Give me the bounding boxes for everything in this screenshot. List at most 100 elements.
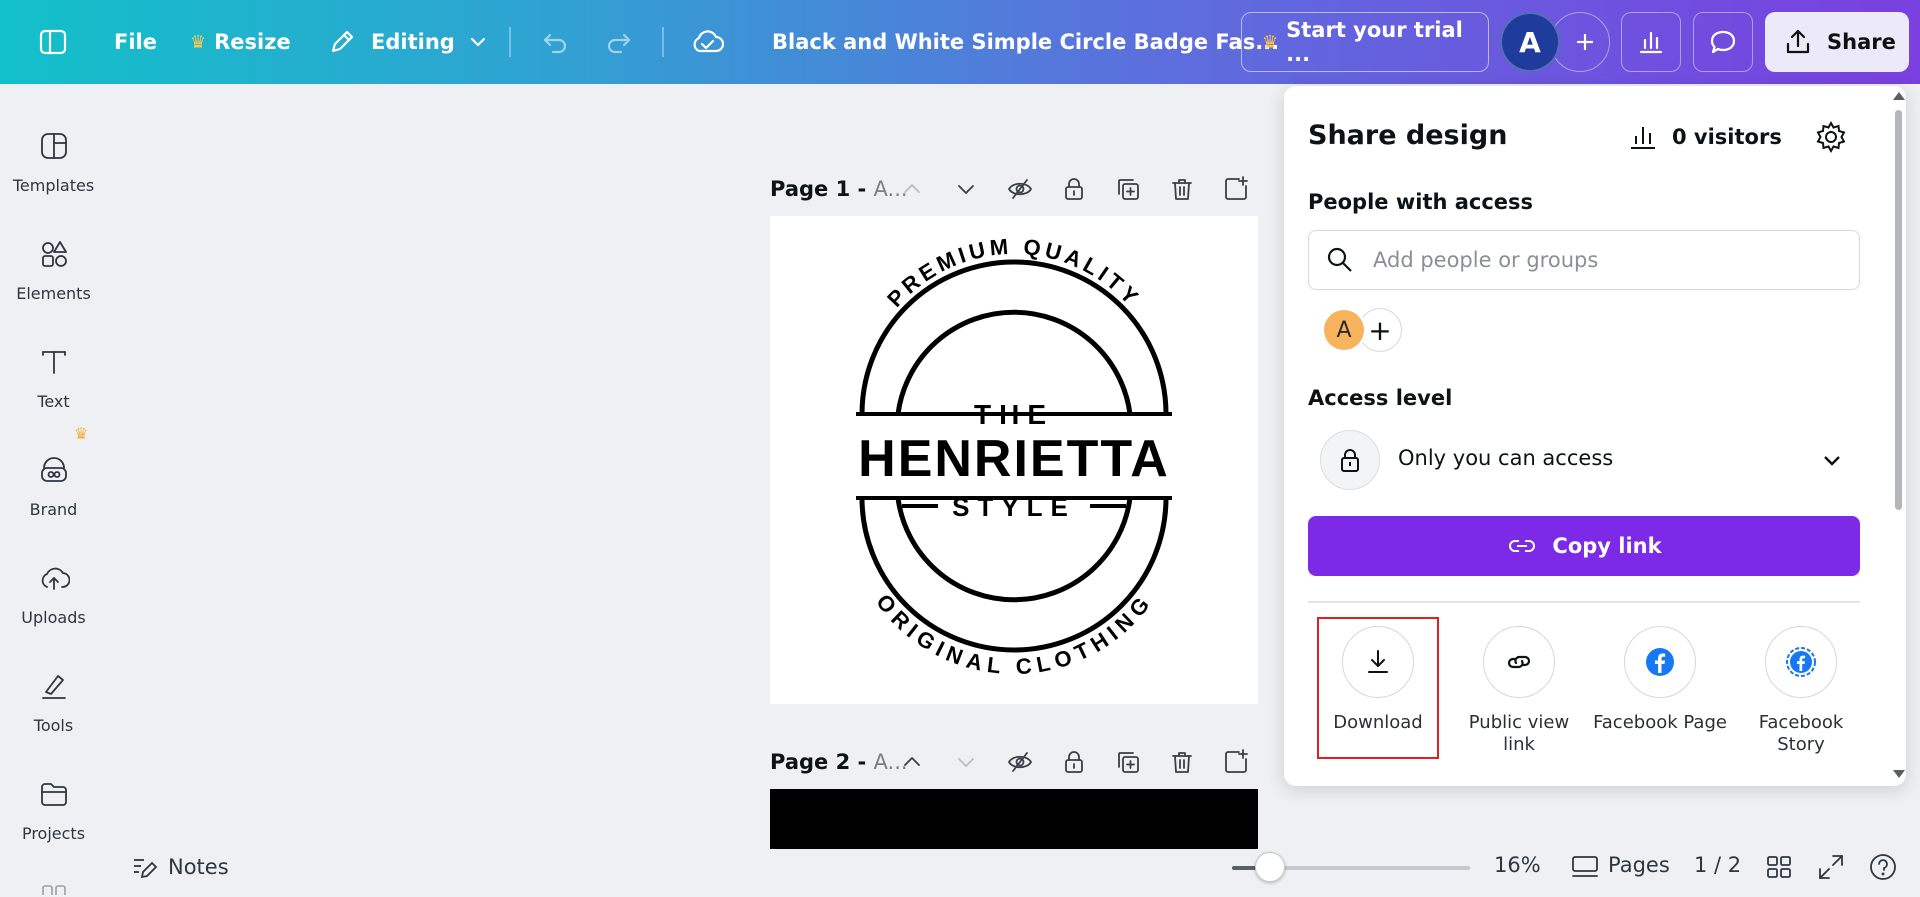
add-page-icon[interactable] [1222,748,1250,776]
undo-icon[interactable] [540,0,570,84]
zoom-level[interactable]: 16% [1494,853,1541,877]
lock-page-icon[interactable] [1060,175,1088,203]
trial-label: Start your trial ... [1286,18,1463,66]
bar-chart-icon [1639,31,1663,54]
share-label: Share [1827,30,1896,54]
pages-icon[interactable] [1570,852,1600,882]
access-level-dropdown[interactable]: Only you can access [1308,428,1860,492]
page-2-title[interactable]: Page 2 - A... [770,750,908,774]
hide-page-icon[interactable] [1006,748,1034,776]
share-option-public-view-link[interactable]: Public view link [1449,626,1589,756]
move-page-up-icon[interactable] [898,748,926,776]
top-toolbar: File ♛ Resize Editing Black and White Si… [0,0,1920,84]
fullscreen-icon[interactable] [1816,852,1846,882]
hide-page-icon[interactable] [1006,175,1034,203]
facebook-icon [1624,626,1696,698]
badge-style-text: STYLE [952,492,1076,522]
share-button[interactable]: Share [1765,12,1909,72]
notes-icon [134,859,158,879]
sidebar-item-templates[interactable]: Templates [0,116,107,216]
notes-button[interactable]: Notes [130,849,229,885]
cloud-saved-icon[interactable] [690,0,724,84]
lock-page-icon[interactable] [1060,748,1088,776]
editing-label: Editing [371,30,455,54]
sidebar-item-label: Elements [16,284,91,303]
sidebar-item-tools[interactable]: Tools [0,656,107,756]
share-option-label: Facebook Page [1593,712,1727,733]
sidebar-item-projects[interactable]: Projects [0,764,107,864]
copy-link-button[interactable]: Copy link [1308,516,1860,576]
visitors-button[interactable]: 0 visitors [1628,122,1782,152]
comment-icon [1710,30,1736,54]
file-menu-button[interactable]: File [114,0,157,84]
sidebar-item-brand[interactable]: Brand [0,440,107,540]
delete-page-icon[interactable] [1168,175,1196,203]
duplicate-page-icon[interactable] [1114,175,1142,203]
zoom-slider-handle[interactable] [1255,852,1286,882]
pencil-icon [327,27,357,57]
uploads-icon [38,562,71,594]
share-option-facebook-page[interactable]: Facebook Page [1590,626,1730,734]
gear-icon[interactable] [1814,120,1848,154]
projects-icon [38,778,70,810]
scroll-down-arrow[interactable] [1893,770,1905,778]
delete-page-icon[interactable] [1168,748,1196,776]
apps-icon[interactable] [42,880,66,897]
page-2-header: Page 2 - A... [770,742,1260,782]
upload-share-icon [1786,29,1810,54]
sidebar-item-uploads[interactable]: Uploads [0,548,107,648]
design-page-2[interactable] [770,789,1258,849]
brand-icon [38,454,70,486]
panel-divider [1308,601,1860,603]
crown-icon: ♛ [190,31,207,53]
share-option-facebook-story[interactable]: Facebook Story [1731,626,1871,756]
panel-scrollbar[interactable] [1891,86,1906,786]
insights-button[interactable] [1621,12,1681,72]
badge-the-text: THE [974,399,1054,430]
duplicate-page-icon[interactable] [1114,748,1142,776]
sidebar-item-elements[interactable]: Elements [0,224,107,324]
access-level-value: Only you can access [1398,446,1614,470]
user-avatar[interactable]: A [1500,12,1560,72]
share-design-panel: Share design 0 visitors People with acce… [1284,86,1906,786]
notes-label: Notes [168,855,229,879]
copy-link-label: Copy link [1552,534,1662,558]
redo-icon[interactable] [604,0,634,84]
document-title[interactable]: Black and White Simple Circle Badge Fas.… [772,0,1279,84]
add-people-search[interactable] [1308,230,1860,290]
pages-button[interactable]: Pages [1608,853,1670,877]
move-page-down-icon[interactable] [952,748,980,776]
elements-icon [38,238,70,270]
sidebar-item-label: Uploads [21,608,86,627]
left-sidebar: Templates Elements Text Brand ♛ Uploads … [0,84,107,897]
move-page-down-icon[interactable] [952,175,980,203]
link-icon [1509,540,1536,552]
search-icon [1327,247,1352,272]
resize-label: Resize [214,30,291,54]
editing-mode-button[interactable]: Editing [327,0,489,84]
member-avatar[interactable]: A [1322,308,1366,352]
link-icon [1483,626,1555,698]
chevron-down-icon [467,31,489,53]
page-1-title[interactable]: Page 1 - A... [770,177,908,201]
bar-chart-icon [1631,127,1655,149]
add-page-icon[interactable] [1222,175,1250,203]
lock-icon [1320,430,1380,490]
start-trial-button[interactable]: ♛ Start your trial ... [1241,12,1489,72]
circle-badge-logo[interactable]: PREMIUM QUALITY ORIGINAL CLOTHING THE HE… [770,216,1258,704]
move-page-up-icon[interactable] [898,175,926,203]
grid-view-icon[interactable] [1764,852,1794,882]
scroll-up-arrow[interactable] [1893,92,1905,100]
sidebar-item-label: Tools [33,716,74,735]
sidebar-item-text[interactable]: Text [0,332,107,432]
sidebar-item-label: Templates [12,176,95,195]
sidebar-toggle-icon[interactable] [38,0,68,84]
facebook-story-icon [1765,626,1837,698]
sidebar-item-label: Projects [21,824,86,843]
comments-button[interactable] [1693,12,1753,72]
add-people-input[interactable] [1373,248,1833,272]
help-icon[interactable] [1868,852,1898,882]
design-page-1[interactable]: PREMIUM QUALITY ORIGINAL CLOTHING THE HE… [770,216,1258,704]
scrollbar-thumb[interactable] [1895,110,1902,510]
resize-button[interactable]: ♛ Resize [190,0,291,84]
